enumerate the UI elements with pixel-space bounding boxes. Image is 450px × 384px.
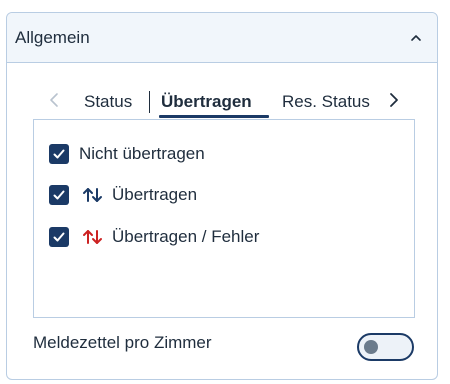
chevron-up-icon[interactable] (409, 31, 423, 45)
toggle-label: Meldezettel pro Zimmer (33, 333, 212, 352)
chevron-left-icon[interactable] (47, 91, 61, 109)
filter-label: Nicht übertragen (79, 144, 205, 163)
filter-item-uebertragen[interactable]: Übertragen (49, 183, 197, 207)
filter-item-nicht-uebertragen[interactable]: Nicht übertragen (49, 142, 205, 166)
filter-list: Nicht übertragen Übertragen Übertragen /… (33, 119, 415, 318)
checkbox[interactable] (49, 227, 69, 247)
checkbox[interactable] (49, 144, 69, 164)
tab-res-status[interactable]: Res. Status (282, 92, 376, 112)
filter-label: Übertragen (112, 185, 198, 204)
check-icon (53, 149, 65, 159)
panel-header[interactable]: Allgemein (7, 13, 437, 63)
filter-label: Übertragen / Fehler (112, 227, 260, 246)
chevron-right-icon[interactable] (387, 91, 401, 109)
tab-bar: Status Übertragen Res. Status (7, 83, 437, 119)
active-tab-indicator (159, 115, 269, 118)
panel-title: Allgemein (15, 28, 90, 47)
filter-item-uebertragen-fehler[interactable]: Übertragen / Fehler (49, 225, 259, 249)
tab-uebertragen[interactable]: Übertragen (161, 92, 252, 112)
check-icon (53, 190, 65, 200)
tab-status[interactable]: Status (84, 92, 132, 112)
transfer-arrows-icon (83, 188, 102, 202)
tab-separator (149, 91, 150, 113)
meldezettel-toggle[interactable] (357, 333, 414, 361)
check-icon (53, 232, 65, 242)
toggle-knob (364, 340, 378, 354)
transfer-error-arrows-icon (83, 230, 102, 244)
checkbox[interactable] (49, 185, 69, 205)
general-panel: Allgemein Status Übertragen Res. Status … (6, 12, 438, 380)
